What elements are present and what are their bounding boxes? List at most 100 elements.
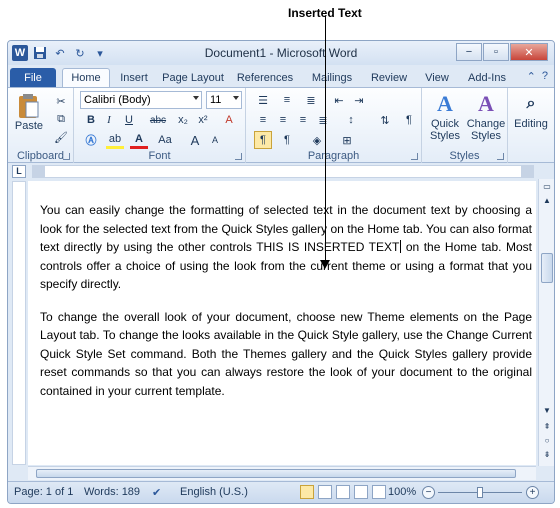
sort-icon[interactable]: ⇅ (376, 111, 394, 129)
align-center-icon[interactable]: ≡ (274, 111, 292, 129)
strikethrough-button[interactable]: abc (146, 111, 170, 129)
clipboard-launcher-icon[interactable] (63, 153, 70, 160)
paragraph-2[interactable]: To change the overall look of your docum… (40, 308, 532, 401)
inserted-text: THIS IS INSERTED TEXT (256, 240, 400, 254)
proofing-icon[interactable]: ✔ (152, 486, 161, 499)
web-layout-view-button[interactable] (336, 485, 350, 499)
paste-label: Paste (14, 120, 44, 132)
vertical-ruler[interactable] (12, 181, 26, 465)
multilevel-list-icon[interactable]: ≣ (302, 91, 320, 109)
word-count[interactable]: Words: 189 (84, 486, 140, 498)
horizontal-scroll-thumb[interactable] (36, 469, 516, 478)
change-case-button[interactable]: Aa (154, 131, 176, 149)
help-icon[interactable]: ? (542, 70, 548, 83)
horizontal-scrollbar[interactable] (28, 466, 536, 480)
align-right-icon[interactable]: ≡ (294, 111, 312, 129)
paragraph-launcher-icon[interactable] (411, 153, 418, 160)
numbering-icon[interactable]: ≡ (278, 91, 296, 109)
ribbon-tabs: File Home Insert Page Layout References … (8, 65, 554, 87)
scroll-down-icon[interactable]: ▼ (541, 405, 553, 417)
paste-icon (14, 92, 44, 120)
outline-view-button[interactable] (354, 485, 368, 499)
maximize-button[interactable]: ▫ (483, 43, 509, 61)
increase-indent-icon[interactable]: ⇥ (350, 91, 368, 109)
tab-add-ins[interactable]: Add-Ins (462, 68, 512, 87)
editing-button[interactable]: ⌕ Editing (510, 90, 552, 131)
font-family-select[interactable]: Calibri (Body) (80, 91, 202, 109)
bold-button[interactable]: B (82, 111, 100, 129)
paragraph-group-label: Paragraph (307, 150, 360, 162)
ltr-icon[interactable]: ¶ (254, 131, 272, 149)
editing-label: Editing (514, 118, 548, 130)
paragraph-1[interactable]: You can easily change the formatting of … (40, 201, 532, 294)
justify-icon[interactable]: ≣ (314, 111, 332, 129)
shrink-font-button[interactable]: A (206, 131, 224, 149)
vertical-scrollbar[interactable]: ▭ ▲ ▼ ⇞ ○ ⇟ (538, 179, 554, 466)
change-styles-label-2: Styles (471, 130, 501, 142)
print-layout-view-button[interactable] (300, 485, 314, 499)
borders-icon[interactable]: ⊞ (338, 131, 356, 149)
ribbon: Paste ✂ ⧉ 🖌 Clipboard Calibri (Body) 11 … (8, 87, 554, 163)
scroll-up-icon[interactable]: ▲ (541, 195, 553, 207)
change-styles-button[interactable]: A Change Styles (466, 90, 506, 143)
line-spacing-icon[interactable]: ↕ (342, 111, 360, 129)
clear-formatting-button[interactable]: A (220, 111, 238, 129)
font-color-button[interactable]: A (130, 131, 148, 149)
minimize-button[interactable]: − (456, 43, 482, 61)
subscript-button[interactable]: x₂ (174, 111, 192, 129)
underline-button[interactable]: U (120, 111, 138, 129)
ruler-row: L (8, 164, 554, 179)
grow-font-button[interactable]: A (186, 131, 204, 149)
next-page-icon[interactable]: ⇟ (541, 449, 553, 461)
font-size-select[interactable]: 11 (206, 91, 242, 109)
document-body[interactable]: You can easily change the formatting of … (40, 201, 532, 414)
format-painter-icon[interactable]: 🖌 (52, 128, 70, 146)
font-family-value: Calibri (Body) (84, 94, 151, 106)
font-launcher-icon[interactable] (235, 153, 242, 160)
quick-styles-button[interactable]: A Quick Styles (426, 90, 464, 143)
bullets-icon[interactable]: ☰ (254, 91, 272, 109)
rtl-icon[interactable]: ¶ (278, 131, 296, 149)
tab-references[interactable]: References (234, 68, 296, 87)
page-count[interactable]: Page: 1 of 1 (14, 486, 73, 498)
highlight-button[interactable]: ab (106, 131, 124, 149)
cut-icon[interactable]: ✂ (52, 92, 70, 110)
tab-review[interactable]: Review (366, 68, 412, 87)
full-screen-reading-view-button[interactable] (318, 485, 332, 499)
tab-view[interactable]: View (418, 68, 456, 87)
text-effects-button[interactable]: Ⓐ (82, 131, 100, 149)
close-button[interactable]: ✕ (510, 43, 548, 61)
tab-selector[interactable]: L (12, 165, 26, 178)
tab-file[interactable]: File (10, 68, 56, 87)
shading-icon[interactable]: ◈ (308, 131, 326, 149)
copy-icon[interactable]: ⧉ (52, 110, 70, 128)
quick-styles-icon: A (437, 91, 453, 116)
show-marks-button[interactable]: ¶ (400, 111, 418, 129)
ruler-toggle-icon[interactable]: ▭ (541, 181, 553, 193)
document-page[interactable]: You can easily change the formatting of … (28, 181, 536, 465)
ribbon-right-controls: ⌃ ? (527, 70, 548, 83)
tab-mailings[interactable]: Mailings (304, 68, 360, 87)
paste-button[interactable]: Paste (12, 92, 46, 132)
styles-launcher-icon[interactable] (497, 153, 504, 160)
zoom-level[interactable]: 100% (388, 486, 416, 498)
browse-object-icon[interactable]: ○ (541, 435, 553, 447)
decrease-indent-icon[interactable]: ⇤ (330, 91, 348, 109)
zoom-in-button[interactable]: + (526, 486, 539, 499)
tab-insert[interactable]: Insert (112, 68, 156, 87)
minimize-ribbon-icon[interactable]: ⌃ (527, 70, 536, 83)
tab-page-layout[interactable]: Page Layout (158, 68, 228, 87)
zoom-slider-thumb[interactable] (477, 487, 483, 498)
zoom-out-button[interactable]: − (422, 486, 435, 499)
tab-home[interactable]: Home (62, 68, 110, 87)
horizontal-ruler[interactable] (32, 165, 534, 178)
italic-button[interactable]: I (100, 111, 118, 129)
quick-styles-label-1: Quick (430, 118, 460, 130)
window-controls: − ▫ ✕ (456, 43, 548, 61)
language-indicator[interactable]: English (U.S.) (180, 486, 248, 498)
previous-page-icon[interactable]: ⇞ (541, 421, 553, 433)
superscript-button[interactable]: x² (194, 111, 212, 129)
align-left-icon[interactable]: ≡ (254, 111, 272, 129)
draft-view-button[interactable] (372, 485, 386, 499)
vertical-scroll-thumb[interactable] (541, 253, 553, 283)
